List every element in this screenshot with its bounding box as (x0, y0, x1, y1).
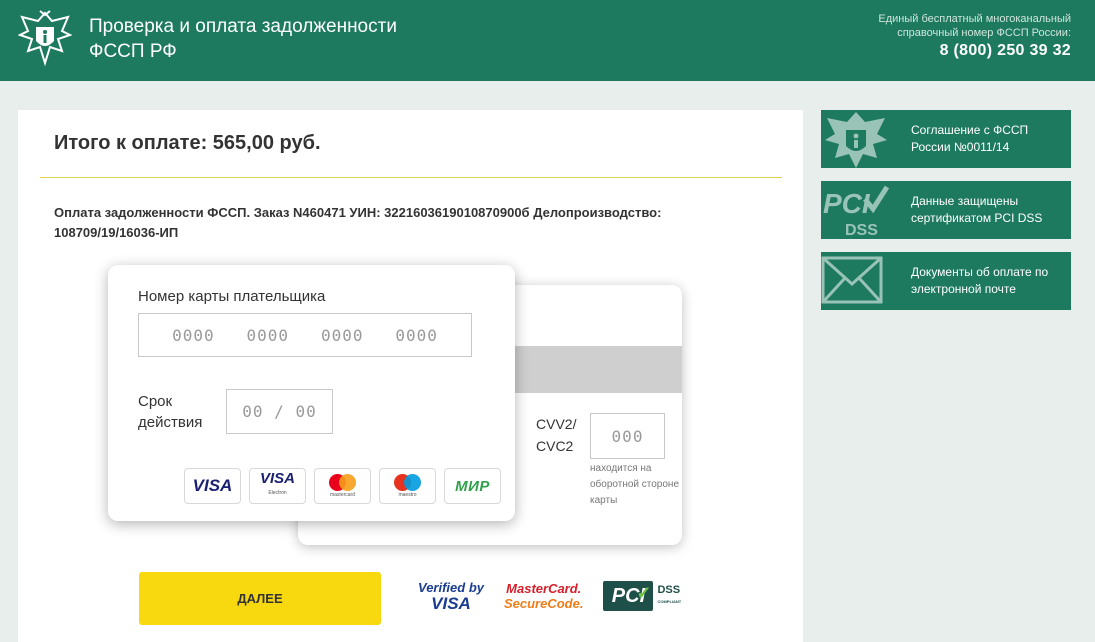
sidebar-item-label: Данные защищены сертификатом PCI DSS (911, 194, 1043, 225)
security-logos: Verified by VISA MasterCard. SecureCode.… (418, 580, 681, 612)
header: Проверка и оплата задолженности ФССП РФ … (0, 0, 1095, 81)
svg-text:DSS: DSS (845, 222, 878, 239)
mastercard-logo: mastercard (314, 468, 371, 504)
pci-dss-logo: PCI ✓ DSS COMPLIANT (603, 581, 681, 611)
sidebar-item-agreement[interactable]: Соглашение с ФССП России №0011/14 (821, 110, 1071, 168)
divider (40, 177, 782, 178)
next-button[interactable]: ДАЛЕЕ (139, 572, 381, 625)
cvv-hint: находится на оборотной стороне карты (590, 463, 680, 506)
mastercard-securecode-logo: MasterCard. SecureCode. (503, 581, 584, 611)
card-number-label: Номер карты плательщика (138, 288, 326, 305)
sidebar-item-pci[interactable]: PCI DSS Данные защищены сертификатом PCI… (821, 181, 1071, 239)
fssp-emblem-icon (825, 112, 887, 168)
visa-logo: VISA (184, 468, 241, 504)
fssp-emblem-icon (18, 10, 72, 67)
mir-logo: МИР (444, 468, 501, 504)
card-front: Номер карты плательщика 0000 0000 0000 0… (108, 265, 515, 521)
order-description: Оплата задолженности ФССП. Заказ N460471… (54, 205, 662, 240)
cvv-input[interactable]: 000 (590, 413, 665, 459)
card-number-input[interactable]: 0000 0000 0000 0000 (138, 313, 472, 357)
card-brands: VISA VISA Electron mastercard maestro МИ… (184, 468, 501, 504)
site-title: Проверка и оплата задолженности ФССП РФ (89, 16, 397, 62)
envelope-icon (821, 256, 883, 304)
sidebar-item-label: Документы об оплате по электронной почте (911, 265, 1049, 296)
sidebar-item-email[interactable]: Документы об оплате по электронной почте (821, 252, 1071, 310)
visa-electron-logo: VISA Electron (249, 468, 306, 504)
payment-panel: Итого к оплате: 565,00 руб. Оплата задол… (18, 110, 803, 642)
maestro-logo: maestro (379, 468, 436, 504)
expiry-label: Срок действия (138, 393, 203, 431)
expiry-input[interactable]: 00 / 00 (226, 389, 333, 434)
sidebar-item-label: Соглашение с ФССП России №0011/14 (911, 123, 1029, 154)
payment-total: Итого к оплате: 565,00 руб. (54, 132, 321, 154)
svg-text:PCI: PCI (823, 188, 871, 219)
card-number-placeholder: 0000 0000 0000 0000 (172, 325, 438, 345)
pci-dss-icon: PCI DSS (823, 185, 890, 239)
verified-by-visa-logo: Verified by VISA (418, 580, 484, 613)
cvv-label: CVV2/ CVC2 (536, 416, 577, 454)
hotline-phone[interactable]: 8 (800) 250 39 32 (851, 42, 1071, 60)
hotline-text: Единый бесплатный многоканальный справоч… (878, 13, 1071, 39)
hotline: Единый бесплатный многоканальный справоч… (851, 12, 1071, 60)
